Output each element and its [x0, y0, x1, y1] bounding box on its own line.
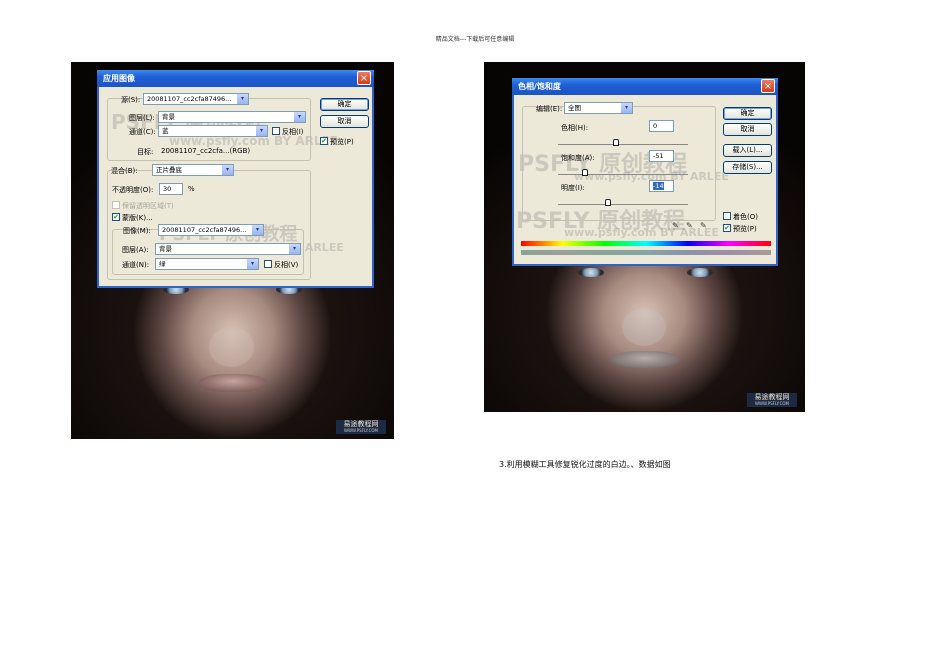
nose-shadow — [209, 327, 254, 367]
mask-invert-checkbox[interactable] — [264, 260, 272, 268]
source-label: 源(S): — [121, 96, 141, 104]
opacity-label: 不透明度(O): — [112, 186, 154, 194]
apply-image-dialog: 应用图像 × PSFLY 原创教程 www.psfly.com BY ARLEE… — [97, 70, 374, 288]
mask-channel-select[interactable]: 绿 ▾ — [155, 258, 259, 270]
layer-label: 图层(L): — [129, 114, 155, 122]
hue-label: 色相(H): — [561, 124, 589, 132]
target-value: 20081107_cc2cfa...(RGB) — [161, 147, 251, 155]
lightness-slider-handle[interactable] — [605, 199, 611, 206]
mask-checkbox[interactable]: ✔ — [112, 213, 120, 221]
invert-label: 反相(I) — [282, 128, 304, 136]
hue-slider-handle[interactable] — [613, 139, 619, 146]
dialog-title: 色相/饱和度 — [512, 78, 778, 95]
channel-select[interactable]: 蓝 ▾ — [158, 125, 268, 137]
layer-select[interactable]: 背景 ▾ — [158, 111, 306, 123]
saturation-label: 饱和度(A): — [561, 154, 595, 162]
opacity-unit: % — [188, 185, 195, 193]
mask-channel-label: 通道(N): — [122, 261, 150, 269]
eyedropper-minus-icon[interactable]: ✎ — [700, 221, 707, 230]
target-label: 目标: — [137, 148, 154, 156]
hue-saturation-dialog: 色相/饱和度 × PSFLY 原创教程 www.psfly.com BY ARL… — [512, 78, 778, 266]
lightness-label: 明度(I): — [561, 184, 585, 192]
site-badge: 易途教程网 WWW.PSFLY.COM — [336, 420, 386, 434]
colorize-checkbox[interactable] — [723, 212, 731, 220]
blend-select[interactable]: 正片叠底 ▾ — [152, 164, 234, 176]
ok-button[interactable]: 确定 — [723, 107, 772, 120]
right-eye — [687, 268, 713, 277]
mask-image-label: 图像(M): — [123, 227, 151, 235]
watermark-url-2: www.psfly.com BY ARLEE — [564, 226, 719, 239]
invert-checkbox[interactable] — [272, 127, 280, 135]
chevron-down-icon: ▾ — [294, 112, 305, 122]
opacity-input[interactable]: 30 — [159, 183, 183, 195]
eyedropper-icon[interactable]: ✎ — [672, 221, 679, 230]
preserve-transparency-label: 保留透明区域(T) — [122, 202, 174, 210]
chevron-down-icon: ▾ — [621, 103, 632, 113]
lightness-input[interactable]: -14 — [649, 180, 674, 192]
eyedropper-plus-icon[interactable]: ✎ — [686, 221, 693, 230]
load-button[interactable]: 载入(L)... — [723, 144, 772, 157]
chevron-down-icon: ▾ — [237, 94, 248, 104]
source-select[interactable]: 20081107_cc2cfa87496... ▾ — [143, 93, 249, 105]
blend-label: 混合(B): — [111, 167, 138, 175]
dialog-title: 应用图像 — [97, 70, 374, 87]
preserve-transparency-checkbox[interactable] — [112, 201, 120, 209]
mask-image-select[interactable]: 20081107_cc2cfa87496... ▾ — [158, 224, 264, 236]
cancel-button[interactable]: 取消 — [320, 115, 369, 128]
hue-slider-track[interactable] — [558, 144, 688, 145]
mask-label: 蒙版(K)... — [122, 214, 153, 222]
cancel-button[interactable]: 取消 — [723, 123, 772, 136]
color-bar-output — [521, 250, 771, 255]
nose-shadow — [622, 308, 666, 346]
chevron-down-icon: ▾ — [222, 165, 233, 175]
hue-input[interactable]: 0 — [649, 120, 674, 132]
close-icon[interactable]: × — [761, 79, 775, 93]
edit-label: 编辑(E): — [536, 105, 563, 113]
edit-select[interactable]: 全图 ▾ — [564, 102, 633, 114]
close-icon[interactable]: × — [357, 71, 371, 85]
mask-layer-label: 图层(A): — [122, 246, 149, 254]
channel-label: 通道(C): — [129, 128, 156, 136]
step-caption: 3.利用模糊工具修复锐化过度的白边。、数据如图 — [499, 460, 671, 469]
lightness-slider-track[interactable] — [558, 204, 688, 205]
ok-button[interactable]: 确定 — [320, 98, 369, 111]
saturation-input[interactable]: -51 — [649, 150, 674, 162]
save-button[interactable]: 存储(S)... — [723, 161, 772, 174]
preview-checkbox[interactable]: ✔ — [320, 137, 328, 145]
preview-checkbox[interactable]: ✔ — [723, 224, 731, 232]
preview-label: 预览(P) — [330, 138, 354, 146]
lips — [610, 351, 680, 369]
chevron-down-icon: ▾ — [247, 259, 258, 269]
saturation-slider-track[interactable] — [558, 174, 688, 175]
preview-label: 预览(P) — [733, 225, 757, 233]
saturation-slider-handle[interactable] — [582, 169, 588, 176]
color-bar-input — [521, 241, 771, 246]
mask-layer-select[interactable]: 背景 ▾ — [155, 243, 301, 255]
page-header: 精品文档---下载后可任意编辑 — [435, 36, 515, 43]
chevron-down-icon: ▾ — [256, 126, 267, 136]
lips — [198, 374, 268, 392]
mask-invert-label: 反相(V) — [274, 261, 299, 269]
chevron-down-icon: ▾ — [252, 225, 263, 235]
chevron-down-icon: ▾ — [289, 244, 300, 254]
left-eye — [578, 268, 604, 277]
colorize-label: 着色(O) — [733, 213, 758, 221]
site-badge: 易途教程网 WWW.PSFLY.COM — [747, 393, 797, 407]
